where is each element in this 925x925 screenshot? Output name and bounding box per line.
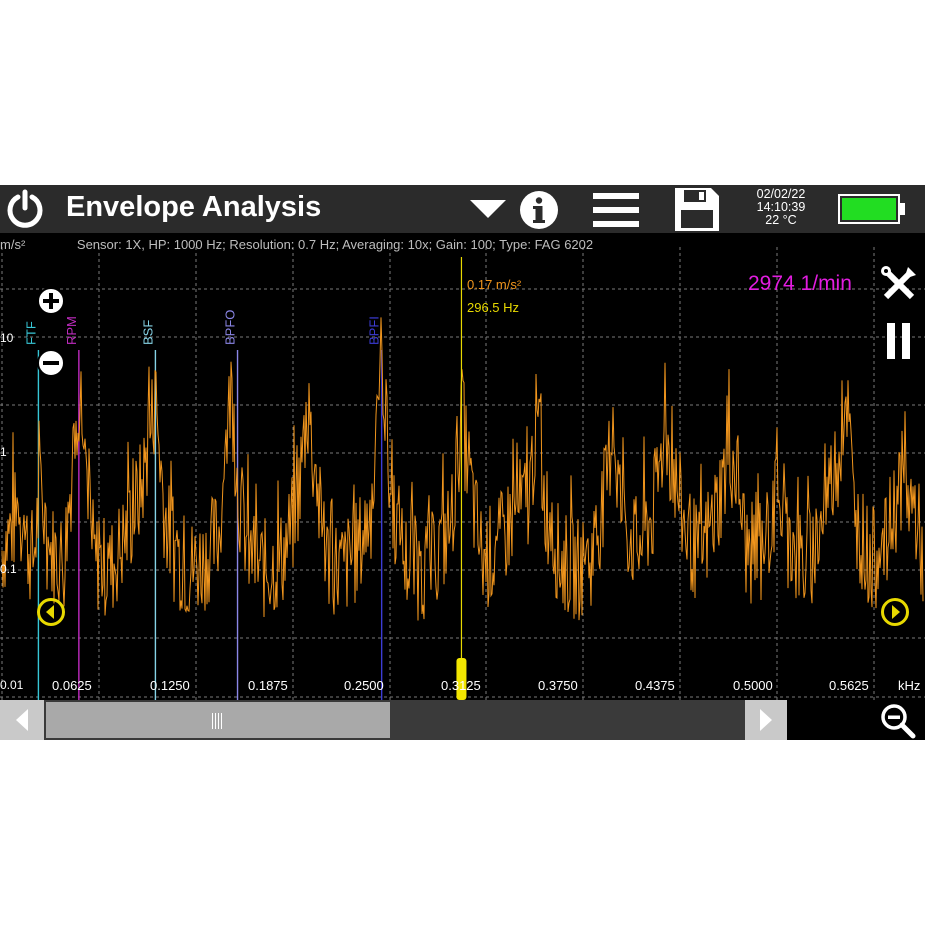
device-screen: FTF RPM BSF BPFO BPFI Envelope Analysis <box>0 185 925 740</box>
cursor-amplitude-readout: 0.17 m/s² <box>467 277 522 292</box>
zoom-out-y-icon[interactable] <box>36 348 66 378</box>
x-tick-label: 0.1250 <box>150 678 190 693</box>
pause-icon[interactable] <box>887 323 911 359</box>
x-zoom-area <box>787 700 925 740</box>
info-icon[interactable] <box>519 190 559 230</box>
tools-icon[interactable] <box>880 265 918 303</box>
top-bar: Envelope Analysis 02/02/22 14:10:39 22 °… <box>0 185 925 233</box>
x-tick-label: 0.1875 <box>248 678 288 693</box>
marker-label-bpfo: BPFO <box>223 310 238 345</box>
date-time-temperature: 02/02/22 14:10:39 22 °C <box>742 188 820 227</box>
frequency-scrollbar[interactable] <box>0 700 787 740</box>
scroll-left-button[interactable] <box>0 700 44 740</box>
cursor-frequency-readout: 296.5 Hz <box>467 300 520 315</box>
x-tick-label: 0.5625 <box>829 678 869 693</box>
marker-label-bsf: BSF <box>140 320 155 345</box>
rpm-readout: 2974 1/min <box>748 272 852 295</box>
y-tick-label: 10 <box>0 331 14 345</box>
y-tick-label: 0.01 <box>0 678 24 692</box>
save-icon[interactable] <box>675 188 719 231</box>
marker-label-ftf: FTF <box>23 321 38 345</box>
zoom-out-x-icon[interactable] <box>880 703 916 739</box>
menu-icon[interactable] <box>593 191 639 229</box>
amplitude-unit-label: m/s² <box>0 237 26 252</box>
page-title: Envelope Analysis <box>66 191 322 223</box>
cursor-left-icon[interactable] <box>36 597 66 627</box>
x-tick-label: 0.4375 <box>635 678 675 693</box>
scroll-grip-icon <box>212 713 222 729</box>
scroll-thumb[interactable] <box>46 702 390 738</box>
zoom-in-y-icon[interactable] <box>36 286 66 316</box>
temperature-text: 22 °C <box>765 213 797 227</box>
x-tick-label: 0.0625 <box>52 678 92 693</box>
spectrum-chart[interactable]: FTF RPM BSF BPFO BPFI <box>0 185 925 700</box>
x-tick-label: 0.5000 <box>733 678 773 693</box>
y-tick-label: 0.1 <box>0 562 17 576</box>
measurement-settings-text: Sensor: 1X, HP: 1000 Hz; Resolution: 0.7… <box>76 237 594 252</box>
dropdown-triangle-icon[interactable] <box>470 200 506 220</box>
scroll-right-button[interactable] <box>745 700 787 740</box>
marker-label-rpm: RPM <box>64 316 79 345</box>
x-axis-unit: kHz <box>898 678 921 693</box>
measurement-info: m/s² Sensor: 1X, HP: 1000 Hz; Resolution… <box>0 237 593 252</box>
spectrum-series-line <box>1 317 924 621</box>
x-tick-label: 0.3750 <box>538 678 578 693</box>
x-tick-label: 0.2500 <box>344 678 384 693</box>
scroll-right-arrow-icon <box>760 709 772 731</box>
x-tick-label: 0.3125 <box>441 678 481 693</box>
y-tick-label: 1 <box>0 445 7 459</box>
marker-label-bpfi: BPFI <box>367 316 382 345</box>
cursor-right-icon[interactable] <box>880 597 910 627</box>
battery-icon <box>838 194 905 224</box>
scroll-left-arrow-icon <box>16 709 28 731</box>
power-icon[interactable] <box>4 188 46 230</box>
